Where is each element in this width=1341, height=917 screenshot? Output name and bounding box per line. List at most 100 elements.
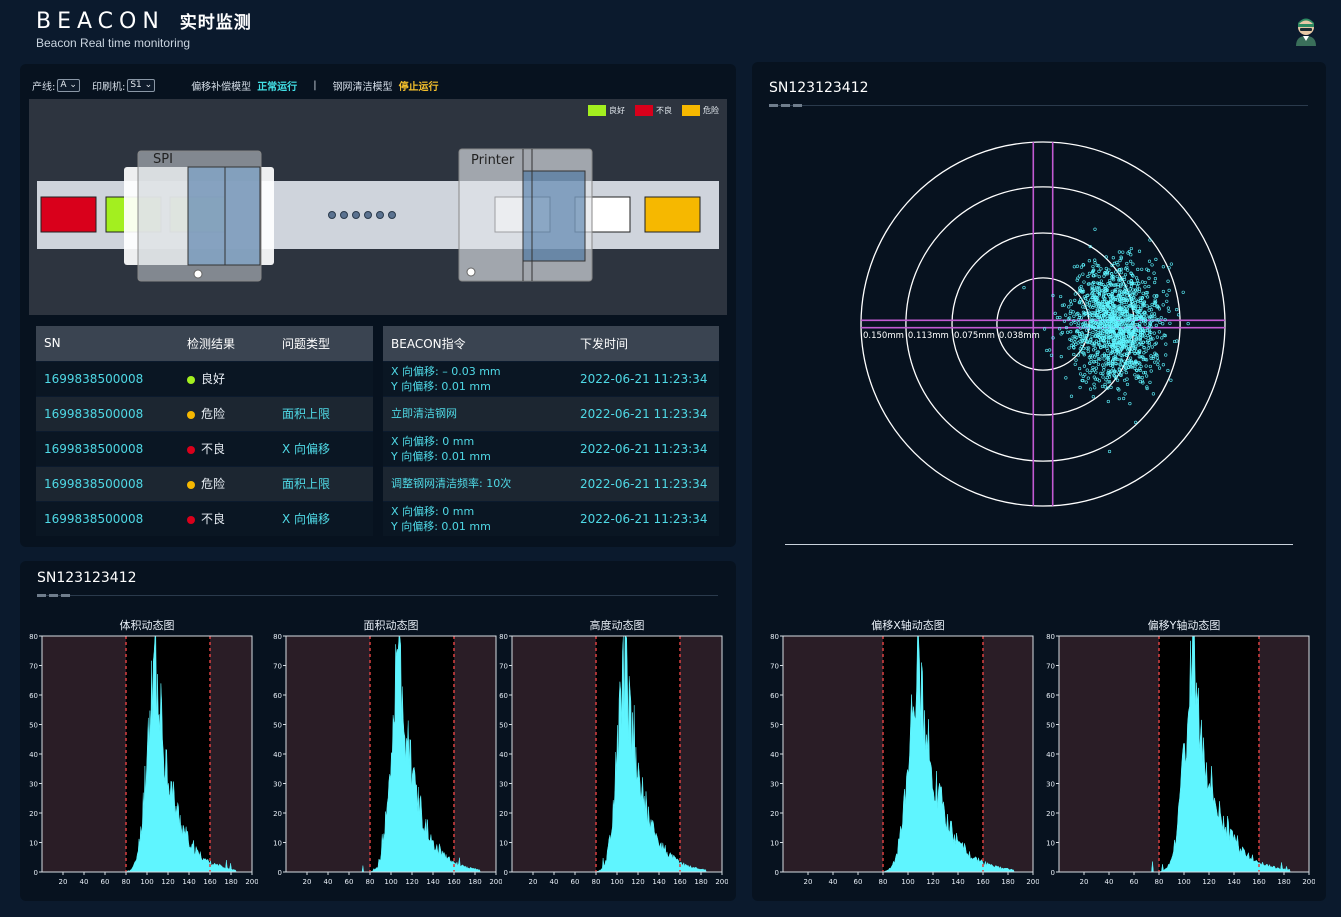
- scatter-point: [1091, 264, 1095, 269]
- scatter-point: [1073, 340, 1077, 344]
- y-tick-label: 30: [499, 781, 508, 789]
- scatter-point: [1100, 384, 1105, 389]
- scatter-point: [1094, 366, 1099, 370]
- table-row[interactable]: 调整钢网清洁频率: 10次 2022-06-21 11:23:34: [383, 465, 719, 501]
- table-row[interactable]: X 向偏移: – 0.03 mm Y 向偏移: 0.01 mm 2022-06-2…: [383, 360, 719, 396]
- y-tick-label: 20: [770, 810, 779, 818]
- y-tick-label: 80: [499, 633, 508, 641]
- scatter-point: [1154, 323, 1158, 327]
- out-of-spec-low: [1059, 636, 1159, 872]
- scatter-point: [1145, 374, 1149, 378]
- table-row[interactable]: X 向偏移: 0 mm Y 向偏移: 0.01 mm 2022-06-21 11:…: [383, 430, 719, 466]
- time-cell: 2022-06-21 11:23:34: [572, 395, 719, 431]
- chart-title: 面积动态图: [364, 619, 419, 632]
- ring-label: 0.038mm: [999, 331, 1040, 341]
- scatter-point: [1072, 352, 1076, 357]
- y-tick-label: 60: [273, 692, 282, 700]
- out-of-spec-high: [983, 636, 1033, 872]
- issue-cell: 面积上限: [274, 465, 373, 501]
- scatter-point: [1107, 449, 1112, 454]
- scatter-point: [1142, 371, 1146, 375]
- x-tick-label: 20: [529, 878, 538, 886]
- scatter-point: [1109, 385, 1113, 389]
- scatter-point: [1103, 385, 1107, 389]
- scatter-point: [1175, 307, 1179, 312]
- user-avatar-icon[interactable]: [1293, 16, 1319, 46]
- table-row[interactable]: X 向偏移: 0 mm Y 向偏移: 0.01 mm 2022-06-21 11:…: [383, 500, 719, 536]
- scatter-point: [1143, 322, 1147, 326]
- scatter-point: [1136, 267, 1140, 272]
- scatter-point: [1145, 304, 1149, 308]
- table-row[interactable]: 1699838500008 危险 面积上限: [36, 465, 373, 501]
- scatter-point: [1140, 280, 1145, 284]
- chart-title: 高度动态图: [590, 618, 645, 632]
- line-select[interactable]: A ⌄: [57, 79, 80, 92]
- x-tick-label: 120: [631, 878, 644, 886]
- scatter-point: [1143, 280, 1147, 285]
- scatter-point: [1092, 382, 1096, 386]
- scatter-point: [1141, 381, 1145, 385]
- scatter-point: [1165, 299, 1169, 303]
- offset-x-histogram: 偏移X轴动态图 0 10 20 30 40 50 60 70 80 20 40 60 80 100 120 14…: [770, 618, 1039, 886]
- scatter-point: [1072, 314, 1076, 318]
- table-row[interactable]: 1699838500008 不良 X 向偏移: [36, 500, 373, 536]
- col-command: BEACON指令: [383, 326, 572, 361]
- scatter-point: [1076, 323, 1080, 328]
- x-tick-label: 40: [324, 878, 333, 886]
- scatter-point: [1157, 366, 1162, 370]
- scatter-point: [1075, 264, 1079, 268]
- x-tick-label: 80: [1155, 878, 1164, 886]
- x-tick-label: 40: [80, 878, 89, 886]
- scatter-point: [1140, 267, 1144, 271]
- scatter-point: [1066, 330, 1070, 334]
- sn-cell: 1699838500008: [36, 360, 179, 396]
- scatter-point: [1152, 294, 1156, 298]
- scatter-point: [1167, 288, 1171, 292]
- scatter-point: [1124, 370, 1128, 375]
- x-tick-label: 140: [182, 878, 195, 886]
- separator: |: [313, 80, 317, 91]
- scatter-point: [1099, 267, 1103, 271]
- scatter-point: [1089, 357, 1093, 362]
- command-cell: X 向偏移: 0 mm Y 向偏移: 0.01 mm: [383, 500, 572, 536]
- scatter-point: [1166, 279, 1170, 283]
- scatter-point: [1067, 346, 1071, 350]
- line-label: 产线:: [32, 82, 56, 93]
- scatter-point: [1156, 359, 1160, 363]
- command-table-header: BEACON指令 下发时间: [383, 326, 719, 361]
- scatter-point: [1102, 274, 1106, 278]
- scatter-point: [1156, 363, 1160, 367]
- scatter-point: [1157, 330, 1161, 334]
- scatter-point: [1161, 265, 1165, 269]
- table-row[interactable]: 1699838500008 不良 X 向偏移: [36, 430, 373, 466]
- scatter-point: [1069, 302, 1073, 306]
- scatter-point: [1164, 342, 1168, 346]
- control-bar: 产线: A ⌄ 印刷机: S1 ⌄ 偏移补偿模型 正常运行 | 钢网清洁模型 停…: [32, 78, 439, 93]
- scatter-point: [1116, 285, 1120, 289]
- scatter-point: [1090, 335, 1094, 339]
- y-tick-label: 30: [1046, 781, 1055, 789]
- sn-table: SN 检测结果 问题类型 1699838500008 良好 1699838500…: [36, 326, 373, 536]
- result-cell: 危险: [179, 465, 274, 501]
- x-tick-label: 200: [245, 878, 258, 886]
- scatter-point: [1161, 289, 1166, 294]
- x-tick-label: 20: [804, 878, 813, 886]
- y-tick-label: 80: [770, 633, 779, 641]
- table-row[interactable]: 1699838500008 危险 面积上限: [36, 395, 373, 431]
- scatter-point: [1136, 284, 1140, 289]
- x-tick-label: 80: [592, 878, 601, 886]
- table-row[interactable]: 立即清洁钢网 2022-06-21 11:23:34: [383, 395, 719, 431]
- table-row[interactable]: 1699838500008 良好: [36, 360, 373, 396]
- scatter-point: [1093, 261, 1097, 265]
- x-tick-label: 120: [926, 878, 939, 886]
- scatter-point: [1137, 249, 1142, 253]
- sn-table-header: SN 检测结果 问题类型: [36, 326, 373, 361]
- scatter-point: [1148, 364, 1152, 369]
- area-histogram: 面积动态图 0 10 20 30 40 50 60 70 80 20 40 60 80 100 120 140 1…: [273, 619, 502, 886]
- printer-select[interactable]: S1 ⌄: [127, 79, 156, 92]
- scatter-point: [1166, 306, 1171, 310]
- scatter-point: [1072, 265, 1076, 269]
- x-tick-label: 60: [345, 878, 354, 886]
- scatter-point: [1153, 280, 1157, 285]
- scatter-point: [1145, 314, 1149, 318]
